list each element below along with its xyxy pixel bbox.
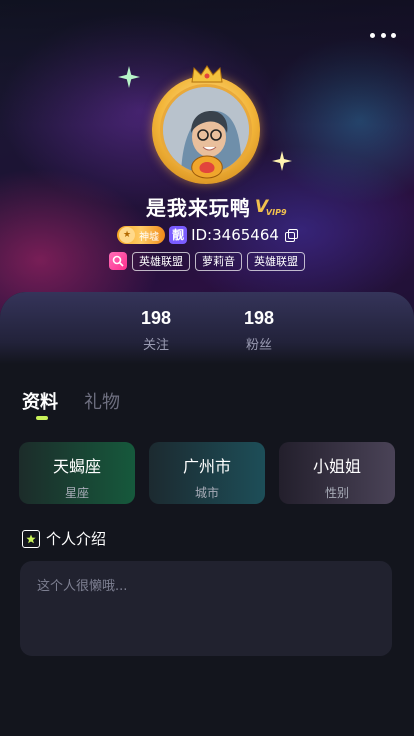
intro-box: 这个人很懒哦... (20, 561, 392, 656)
rank-badge-icon: ★ (119, 227, 136, 243)
zodiac-card: 天蝎座 星座 (19, 442, 135, 504)
tags-row: 英雄联盟 萝莉音 英雄联盟 (0, 252, 414, 271)
tab-bar: 资料 礼物 (22, 388, 120, 420)
intro-text: 这个人很懒哦... (37, 579, 128, 594)
fans-label: 粉丝 (245, 338, 272, 353)
avatar[interactable] (148, 62, 266, 184)
gender-card: 小姐姐 性别 (279, 442, 395, 504)
profile-name: 是我来玩鸭 (145, 196, 251, 220)
fans-count: 198 (243, 308, 275, 328)
search-tag-icon (109, 252, 127, 270)
following-count: 198 (140, 308, 172, 328)
tag: 萝莉音 (195, 252, 242, 271)
dot (370, 32, 375, 38)
rank-badge-label: 神墟 (139, 231, 160, 243)
card-key: 性别 (324, 486, 349, 500)
liang-badge: 靓 (169, 226, 188, 244)
tab-gifts[interactable]: 礼物 (84, 388, 120, 414)
card-value: 广州市 (182, 457, 231, 476)
crown-icon (191, 65, 223, 83)
tab-profile-info[interactable]: 资料 (22, 388, 58, 420)
more-options-button[interactable] (370, 28, 396, 42)
following-stat[interactable]: 198 关注 (126, 308, 186, 353)
rank-badge: ★ 神墟 (117, 226, 166, 244)
intro-header: 个人介绍 (22, 528, 106, 549)
tag: 英雄联盟 (247, 252, 305, 271)
card-key: 城市 (194, 486, 219, 500)
sparkle-icon (118, 66, 140, 88)
tab-label: 资料 (22, 392, 58, 413)
frame-ornament-icon (191, 155, 223, 179)
fans-stat[interactable]: 198 粉丝 (229, 308, 289, 353)
dot (391, 32, 396, 38)
city-card: 广州市 城市 (149, 442, 265, 504)
tab-label: 礼物 (84, 392, 120, 413)
intro-star-icon (22, 529, 40, 548)
user-id: ID:3465464 (191, 226, 279, 244)
info-cards: 天蝎座 星座 广州市 城市 小姐姐 性别 (19, 442, 395, 504)
intro-title: 个人介绍 (46, 530, 107, 548)
profile-panel: 198 关注 198 粉丝 资料 礼物 天蝎座 星座 广州市 城市 小姐姐 性别 (0, 292, 414, 736)
tag: 英雄联盟 (132, 252, 190, 271)
card-key: 星座 (64, 486, 89, 500)
card-value: 天蝎座 (52, 457, 101, 476)
copy-icon[interactable] (284, 229, 298, 242)
card-value: 小姐姐 (312, 457, 361, 476)
dot (380, 32, 386, 38)
vip-badge-icon: V VIP9 (255, 197, 287, 217)
tab-indicator (36, 416, 48, 420)
badge-row: ★ 神墟 靓 ID:3465464 (0, 226, 414, 244)
profile-name-row: 是我来玩鸭 V VIP9 (0, 192, 414, 221)
sparkle-icon (272, 151, 292, 171)
vip-level: VIP9 (265, 207, 287, 217)
following-label: 关注 (142, 338, 169, 353)
stats-header (0, 292, 414, 364)
